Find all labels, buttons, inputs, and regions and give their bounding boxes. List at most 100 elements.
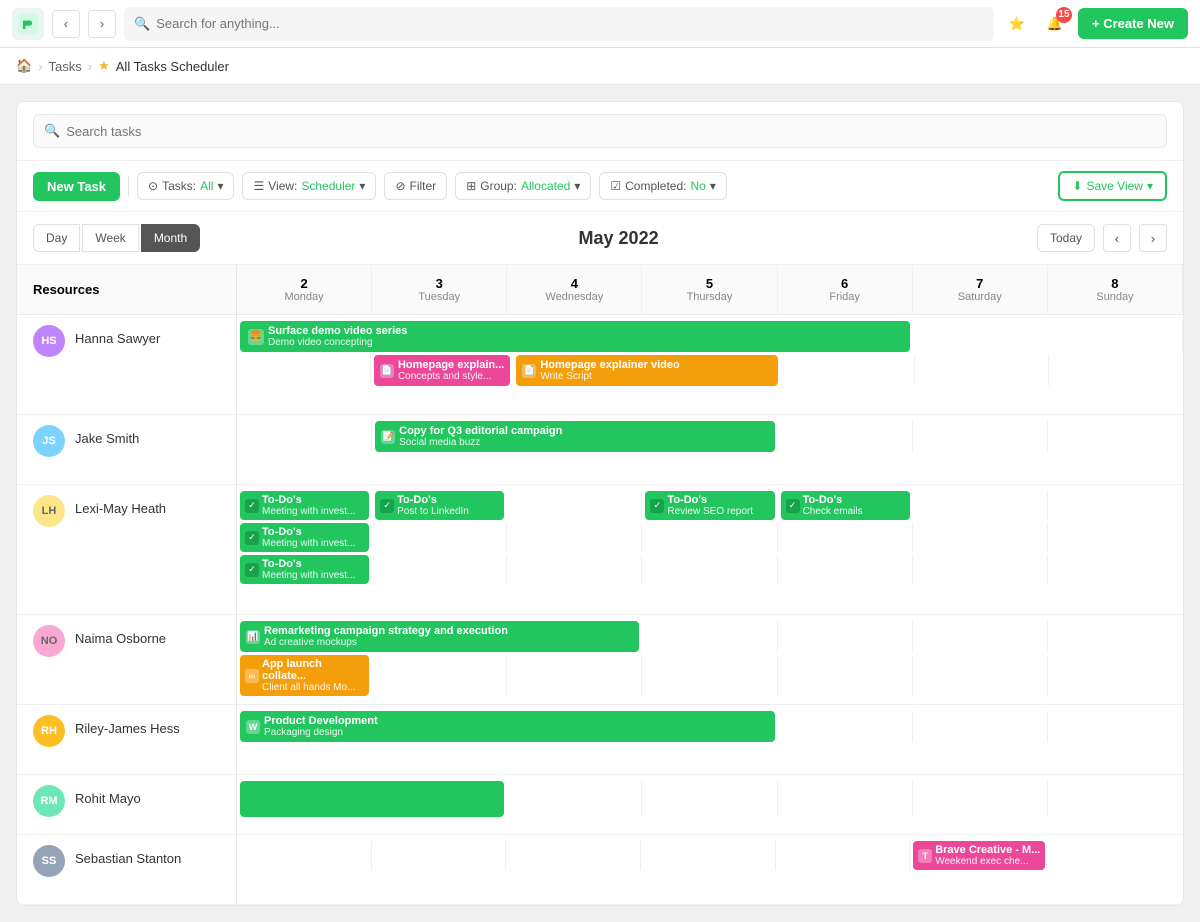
hanna-homepage-orange-bar[interactable]: 📄 Homepage explainer video Write Script <box>516 355 778 386</box>
lexi-row3: ✓ To-Do's Meeting with invest... <box>237 555 1183 584</box>
resources-column: Resources HS Hanna Sawyer JS Jake Smith … <box>17 265 237 905</box>
lexi-todo-tue-bar[interactable]: ✓ To-Do's Post to LinkedIn <box>375 491 504 520</box>
lexi-todo-mon: ✓ To-Do's Meeting with invest... <box>237 491 372 520</box>
lexi-todo2-text: To-Do's Post to LinkedIn <box>397 494 469 517</box>
group-icon: ⊞ <box>466 179 476 193</box>
naima-empty-sun1 <box>1048 621 1183 652</box>
action-bar: New Task ⊙ Tasks: All ▾ ☰ View: Schedule… <box>17 161 1183 212</box>
seb-empty-tue <box>372 841 507 870</box>
avatar-sebastian: SS <box>33 845 65 877</box>
day-header-fri: 6 Friday <box>778 265 913 314</box>
lexi-empty-sat3 <box>913 555 1048 584</box>
lexi-todo3-text: To-Do's Review SEO report <box>667 494 753 517</box>
home-icon[interactable]: 🏠 <box>16 58 32 74</box>
hanna-homepage-orange-cell: 📄 Homepage explainer video Write Script <box>513 355 781 386</box>
naima-app-launch-bar[interactable]: ∞ App launch collate... Client all hands… <box>240 655 369 696</box>
notifications-icon[interactable]: 🔔 15 <box>1040 9 1070 39</box>
naima-task1-icon: 📊 <box>246 630 260 644</box>
name-riley: Riley-James Hess <box>75 715 180 736</box>
avatar-lexi: LH <box>33 495 65 527</box>
app-logo <box>12 8 44 40</box>
lexi-todo-mon-bar[interactable]: ✓ To-Do's Meeting with invest... <box>240 491 369 520</box>
riley-product-bar[interactable]: W Product Development Packaging design <box>240 711 775 742</box>
riley-task-text: Product Development Packaging design <box>264 715 378 738</box>
hanna-surface-demo-bar[interactable]: 🍔 Surface demo video series Demo video c… <box>240 321 910 352</box>
tasks-label: Tasks: <box>162 179 196 193</box>
view-filter[interactable]: ☰ View: Scheduler ▾ <box>242 172 376 200</box>
search-icon: 🔍 <box>134 16 150 32</box>
breadcrumb-current: All Tasks Scheduler <box>116 59 229 74</box>
riley-empty-sat <box>913 711 1048 742</box>
rohit-row1 <box>237 781 1183 817</box>
hanna-empty-sat2 <box>915 355 1049 386</box>
naima-task2-text: App launch collate... Client all hands M… <box>262 658 364 693</box>
lexi-todo3-sub: Review SEO report <box>667 506 753 517</box>
scheduler-grid: Resources HS Hanna Sawyer JS Jake Smith … <box>17 265 1183 905</box>
search-tasks-input[interactable] <box>66 124 1156 139</box>
lexi-todo-fri: ✓ To-Do's Check emails <box>778 491 913 520</box>
naima-empty-sat1 <box>913 621 1048 652</box>
completed-filter[interactable]: ☑ Completed: No ▾ <box>599 172 727 200</box>
filter-icon: ⊘ <box>395 179 405 193</box>
calendar-title: May 2022 <box>200 228 1037 249</box>
today-button[interactable]: Today <box>1037 224 1095 252</box>
breadcrumb-tasks[interactable]: Tasks <box>49 59 82 74</box>
jake-copy-bar[interactable]: 📝 Copy for Q3 editorial campaign Social … <box>375 421 774 452</box>
name-lexi: Lexi-May Heath <box>75 495 166 516</box>
rohit-task-bar[interactable] <box>240 781 504 817</box>
sebastian-row1: T Brave Creative - M... Weekend exec che… <box>237 841 1183 870</box>
riley-empty-fri <box>778 711 913 742</box>
lexi-todo4-text: To-Do's Check emails <box>803 494 863 517</box>
seb-brave-bar[interactable]: T Brave Creative - M... Weekend exec che… <box>913 841 1045 870</box>
tasks-filter[interactable]: ⊙ Tasks: All ▾ <box>137 172 234 200</box>
star-icon[interactable]: ⭐ <box>1002 9 1032 39</box>
seb-task-title: Brave Creative - M... <box>935 844 1040 856</box>
hanna-surface-demo-cell: 🍔 Surface demo video series Demo video c… <box>237 321 913 352</box>
rohit-tasks-row <box>237 775 1183 835</box>
naima-row1: 📊 Remarketing campaign strategy and exec… <box>237 621 1183 652</box>
breadcrumb-star[interactable]: ★ <box>98 58 110 74</box>
naima-remarketing-bar[interactable]: 📊 Remarketing campaign strategy and exec… <box>240 621 639 652</box>
hanna-task3-icon: 📄 <box>522 364 536 378</box>
lexi-empty-fri2 <box>778 523 913 552</box>
lexi-todo-mon3-bar[interactable]: ✓ To-Do's Meeting with invest... <box>240 555 369 584</box>
create-new-button[interactable]: + Create New <box>1078 8 1188 39</box>
naima-app-launch-cell: ∞ App launch collate... Client all hands… <box>237 655 372 696</box>
lexi-todo-fri-bar[interactable]: ✓ To-Do's Check emails <box>781 491 910 520</box>
next-arrow[interactable]: › <box>1139 224 1167 252</box>
global-search-input[interactable] <box>156 16 984 31</box>
naima-empty-sun2 <box>1048 655 1183 696</box>
lexi-todo5-sub: Meeting with invest... <box>262 538 355 549</box>
lexi-todo1-check: ✓ <box>245 499 259 513</box>
lexi-todo3-check: ✓ <box>650 499 664 513</box>
day-tab[interactable]: Day <box>33 224 80 252</box>
week-tab[interactable]: Week <box>82 224 138 252</box>
breadcrumb-sep: › <box>38 59 42 74</box>
lexi-todo6-text: To-Do's Meeting with invest... <box>262 558 355 581</box>
naima-empty-fri1 <box>778 621 913 652</box>
lexi-empty-sun1 <box>1048 491 1183 520</box>
save-view-button[interactable]: ⬇ Save View ▾ <box>1058 171 1167 201</box>
filter-button[interactable]: ⊘ Filter <box>384 172 447 200</box>
sebastian-tasks-row: T Brave Creative - M... Weekend exec che… <box>237 835 1183 905</box>
forward-button[interactable]: › <box>88 10 116 38</box>
group-filter[interactable]: ⊞ Group: Allocated ▾ <box>455 172 591 200</box>
back-button[interactable]: ‹ <box>52 10 80 38</box>
riley-empty-sun <box>1048 711 1183 742</box>
resource-lexi: LH Lexi-May Heath <box>17 485 237 615</box>
resource-jake: JS Jake Smith <box>17 415 237 485</box>
divider1 <box>128 176 129 196</box>
jake-row1: 📝 Copy for Q3 editorial campaign Social … <box>237 421 1183 452</box>
lexi-todo2-title: To-Do's <box>397 494 469 506</box>
jake-copy-cell: 📝 Copy for Q3 editorial campaign Social … <box>372 421 777 452</box>
hanna-homepage-pink-bar[interactable]: 📄 Homepage explain... Concepts and style… <box>374 355 510 386</box>
prev-arrow[interactable]: ‹ <box>1103 224 1131 252</box>
naima-task2-sub: Client all hands Mo... <box>262 682 364 693</box>
day-name-mon: Monday <box>285 291 324 303</box>
lexi-todo-mon2-bar[interactable]: ✓ To-Do's Meeting with invest... <box>240 523 369 552</box>
hanna-task1-text: Surface demo video series Demo video con… <box>268 325 407 348</box>
lexi-todo-thu-bar[interactable]: ✓ To-Do's Review SEO report <box>645 491 774 520</box>
month-tab[interactable]: Month <box>141 224 200 252</box>
calendar-nav: Today ‹ › <box>1037 224 1167 252</box>
new-task-button[interactable]: New Task <box>33 172 120 201</box>
